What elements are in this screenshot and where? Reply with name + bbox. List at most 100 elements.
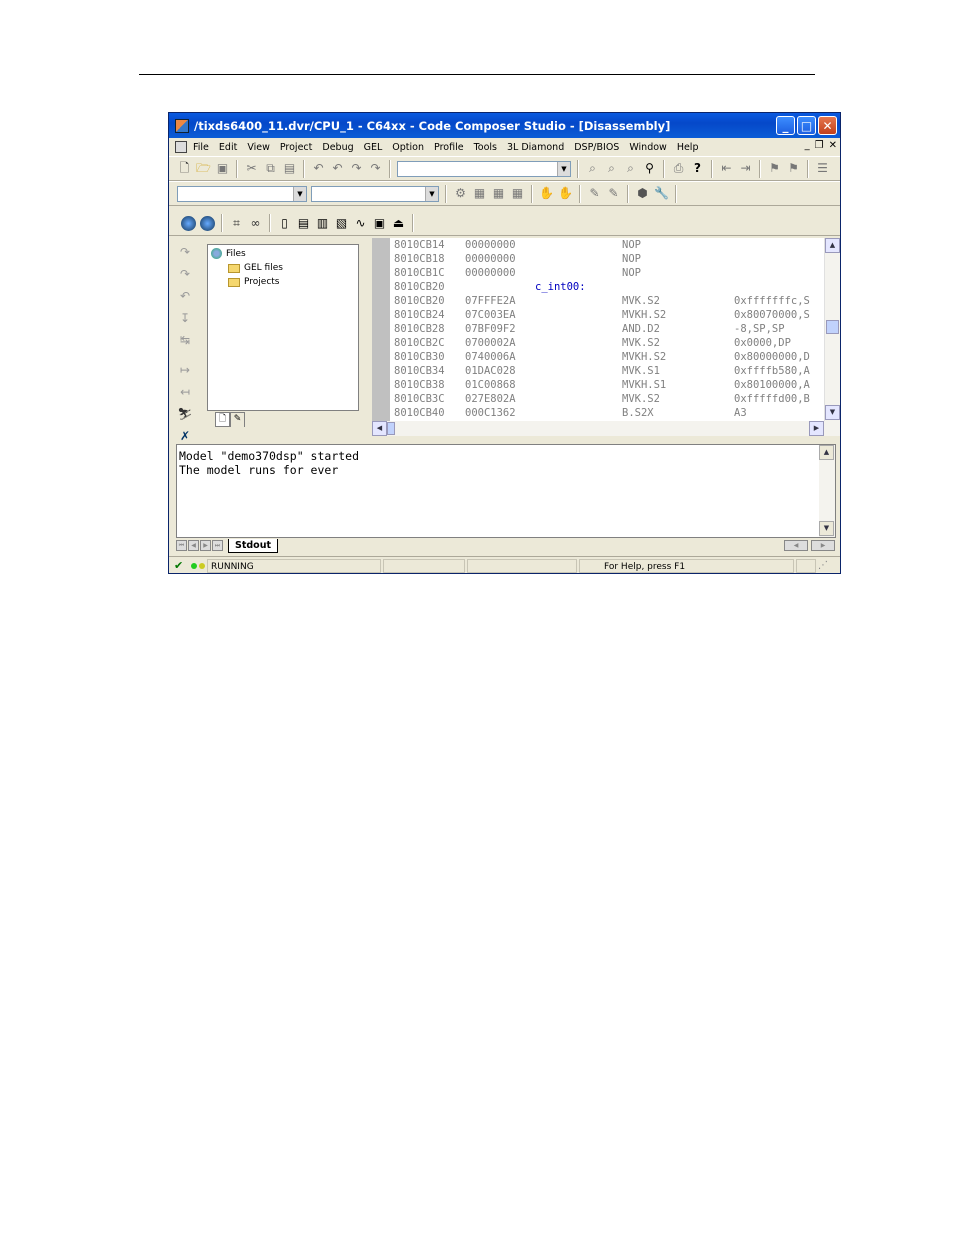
menu-help[interactable]: Help (677, 142, 699, 153)
dropdown-arrow-icon[interactable]: ▼ (425, 186, 438, 201)
new-file-icon[interactable]: 🗋 (177, 161, 192, 176)
tree-item-gel-files[interactable]: GEL files (228, 263, 283, 273)
print-icon[interactable]: ⎙ (671, 161, 686, 176)
set-pc-icon[interactable]: ↹ (177, 332, 193, 348)
menu-3l-diamond[interactable]: 3L Diamond (507, 142, 564, 153)
scroll-up-icon[interactable]: ▲ (819, 445, 834, 460)
mdi-restore-icon[interactable]: ❐ (815, 140, 824, 151)
disasm-gutter[interactable] (372, 238, 390, 421)
minimize-button[interactable]: _ (776, 116, 795, 135)
menu-file[interactable]: File (193, 142, 209, 153)
redo-list-icon[interactable]: ↷ (368, 161, 383, 176)
bookmark-icon[interactable]: ⚑ (767, 161, 782, 176)
indent-icon[interactable]: ⇥ (738, 161, 753, 176)
menu-edit[interactable]: Edit (219, 142, 237, 153)
menu-gel[interactable]: GEL (364, 142, 383, 153)
disasm-row[interactable]: 8010CB38 01C00868 MVKH.S1 0x80100000,A (394, 378, 810, 392)
step-out-icon[interactable]: ↶ (177, 288, 193, 304)
hscroll-thumb[interactable] (387, 422, 395, 435)
stop-run-icon[interactable]: ✗ (177, 428, 193, 444)
image-icon[interactable]: ▣ (372, 216, 387, 231)
dropdown-arrow-icon[interactable]: ▼ (293, 186, 306, 201)
menu-debug[interactable]: Debug (322, 142, 353, 153)
resize-grip-icon[interactable]: ⋰ (818, 560, 828, 571)
halt-icon[interactable]: ⬢ (635, 186, 650, 201)
prev-tab-icon[interactable]: ◀ (188, 540, 199, 551)
step-into-icon[interactable]: ↷ (177, 244, 193, 260)
menu-window[interactable]: Window (629, 142, 666, 153)
scroll-down-icon[interactable]: ▼ (825, 405, 840, 420)
disasm-vertical-scrollbar[interactable]: ▲ ▼ (824, 238, 840, 421)
last-tab-icon[interactable]: ⏭ (212, 540, 223, 551)
disasm-row[interactable]: 8010CB40 000C1362 B.S2X A3 (394, 406, 747, 420)
bookmark-next-icon[interactable]: ⚑ (786, 161, 801, 176)
graph-icon[interactable]: ⌗ (229, 216, 244, 231)
disasm-row[interactable]: 8010CB20 07FFFE2A MVK.S2 0xfffffffc,S (394, 294, 810, 308)
disasm-row[interactable]: 8010CB34 01DAC028 MVK.S1 0xffffb580,A (394, 364, 810, 378)
mdi-close-icon[interactable]: ✕ (829, 140, 837, 151)
disasm-row[interactable]: 8010CB3C 027E802A MVK.S2 0xfffffd00,B (394, 392, 810, 406)
next-tab-icon[interactable]: ▶ (200, 540, 211, 551)
undo-icon[interactable]: ↶ (311, 161, 326, 176)
breakpoint-icon[interactable]: ✋ (539, 186, 554, 201)
tab-stdout[interactable]: Stdout (228, 538, 279, 553)
dropdown-arrow-icon[interactable]: ▼ (557, 161, 570, 176)
hscroll-left-icon[interactable]: ◀ (784, 540, 808, 551)
scroll-up-icon[interactable]: ▲ (825, 238, 840, 253)
menu-view[interactable]: View (247, 142, 270, 153)
scroll-thumb[interactable] (826, 320, 839, 334)
disasm-row[interactable]: 8010CB18 00000000 NOP (394, 252, 641, 266)
context-help-icon[interactable]: ? (690, 161, 705, 176)
document-icon[interactable] (175, 141, 187, 153)
tree-item-projects[interactable]: Projects (228, 277, 279, 287)
registers-icon[interactable]: ▤ (296, 216, 311, 231)
profile-icon[interactable]: ⏏ (391, 216, 406, 231)
open-folder-icon[interactable]: 🗁 (196, 161, 211, 176)
undo-list-icon[interactable]: ↶ (330, 161, 345, 176)
menu-dsp-bios[interactable]: DSP/BIOS (574, 142, 619, 153)
binoculars-icon[interactable]: ⚲ (642, 161, 657, 176)
copy-icon[interactable]: ⧉ (263, 161, 278, 176)
title-bar[interactable]: /tixds6400_11.dvr/CPU_1 - C64xx - Code C… (169, 113, 840, 138)
step-over-icon[interactable]: ↷ (177, 266, 193, 282)
build-icon[interactable]: ▦ (472, 186, 487, 201)
outdent-icon[interactable]: ⇤ (719, 161, 734, 176)
animate-run-icon[interactable]: ⛷ (177, 406, 193, 422)
project-combo[interactable]: ▼ (177, 185, 307, 202)
cut-icon[interactable]: ✂ (244, 161, 259, 176)
asm-step-icon[interactable]: ↦ (177, 362, 193, 378)
stop-build-icon[interactable]: ▦ (510, 186, 525, 201)
disasm-row[interactable]: 8010CB14 00000000 NOP (394, 238, 641, 252)
scroll-left-icon[interactable]: ◀ (372, 421, 387, 436)
waveform-icon[interactable]: ∿ (353, 216, 368, 231)
run-to-cursor-icon[interactable]: ↧ (177, 310, 193, 326)
disasm-row[interactable]: 8010CB24 07C003EA MVKH.S2 0x80070000,S (394, 308, 810, 322)
mdi-minimize-icon[interactable]: _ (805, 140, 810, 151)
menu-tools[interactable]: Tools (474, 142, 497, 153)
probe-point-icon[interactable]: ✎ (587, 186, 602, 201)
find-prev-icon[interactable]: ⌕ (623, 161, 638, 176)
first-tab-icon[interactable]: ⏮ (176, 540, 187, 551)
disasm-row[interactable]: 8010CB2C 0700002A MVK.S2 0x0000,DP (394, 336, 791, 350)
asm-step-over-icon[interactable]: ↤ (177, 384, 193, 400)
memory-icon[interactable]: ▥ (315, 216, 330, 231)
hscroll-right-icon[interactable]: ▶ (811, 540, 835, 551)
bookmark-tab-icon[interactable]: ✎ (230, 412, 245, 427)
disasm-row[interactable]: 8010CB1C 00000000 NOP (394, 266, 641, 280)
close-button[interactable]: ✕ (818, 116, 837, 135)
menu-project[interactable]: Project (280, 142, 313, 153)
watch-icon[interactable]: ∞ (248, 216, 263, 231)
compile-icon[interactable]: ⚙ (453, 186, 468, 201)
file-view-tab-icon[interactable]: 🗋 (215, 412, 230, 427)
disasm-label-row[interactable]: 8010CB20 c_int00: (394, 280, 586, 294)
list-icon[interactable]: ☰ (815, 161, 830, 176)
wrench-icon[interactable]: 🔧 (654, 186, 669, 201)
disassembly-icon[interactable]: ▧ (334, 216, 349, 231)
output-text[interactable]: Model "demo370dsp" started The model run… (179, 449, 359, 477)
find-icon[interactable]: ⌕ (585, 161, 600, 176)
tree-root[interactable]: Files (211, 248, 246, 259)
find-combo[interactable]: ▼ (397, 160, 571, 177)
clipboard-icon[interactable]: ▯ (277, 216, 292, 231)
scroll-right-icon[interactable]: ▶ (809, 421, 824, 436)
paste-icon[interactable]: ▤ (282, 161, 297, 176)
